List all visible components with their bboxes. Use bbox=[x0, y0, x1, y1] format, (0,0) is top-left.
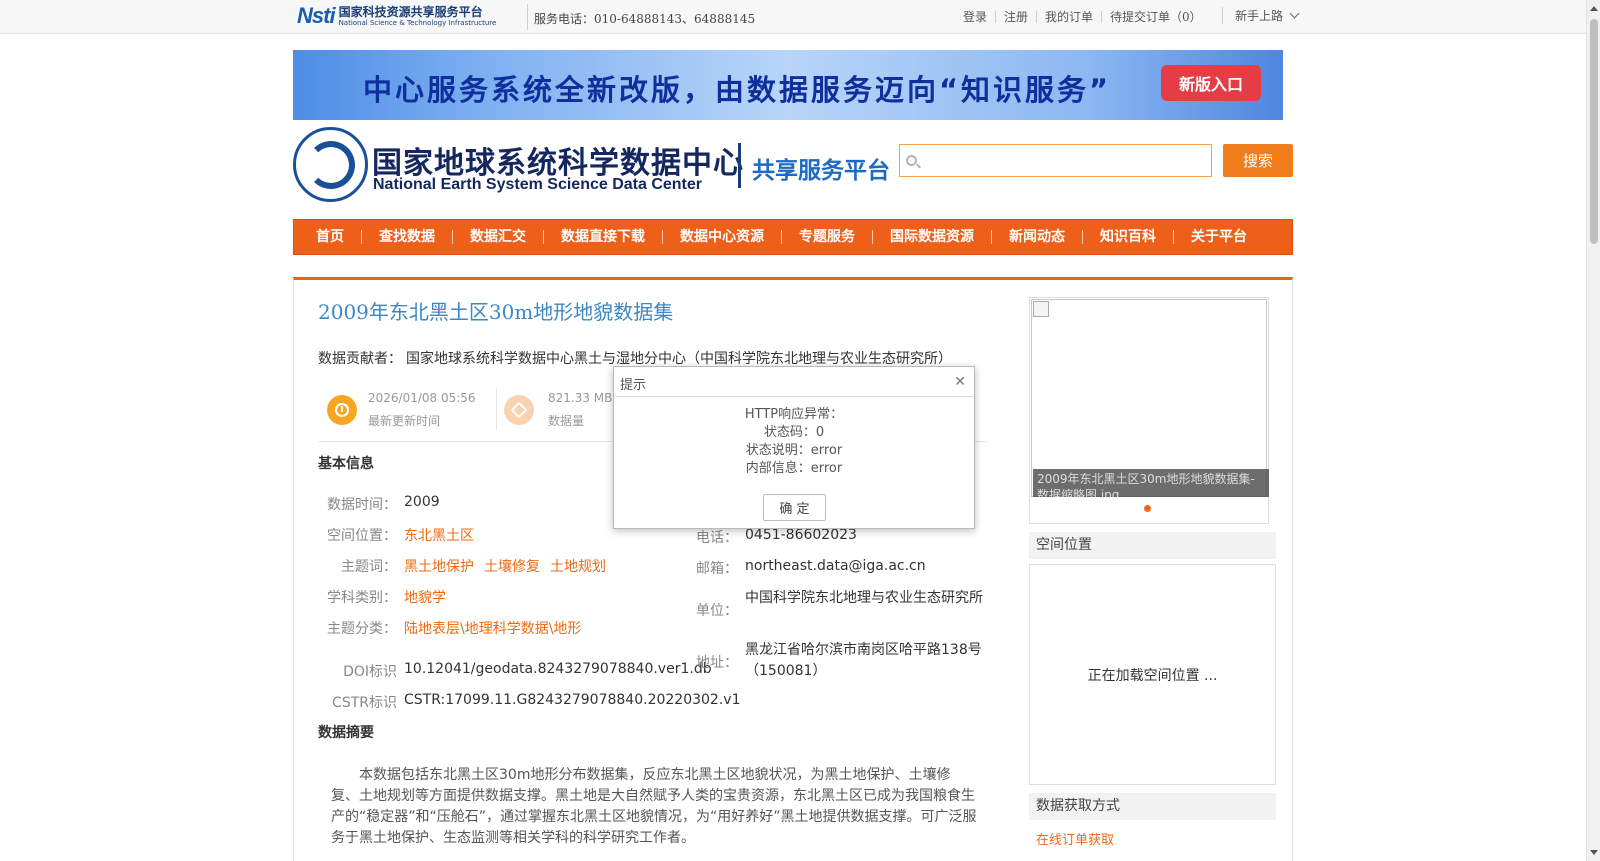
top-bar: Nsti 国家科技资源共享服务平台 National Science & Tec… bbox=[0, 0, 1586, 34]
platform-name: 共享服务平台 bbox=[752, 158, 890, 184]
keyword-link[interactable]: 土地规划 bbox=[550, 559, 606, 575]
data-center-name-en: National Earth System Science Data Cente… bbox=[373, 176, 703, 193]
thumbnail-carousel: 2009年东北黑土区30m地形地貌数据集-数据缩略图.jpg bbox=[1029, 297, 1269, 524]
dataset-title: 2009年东北黑土区30m地形地貌数据集 bbox=[318, 300, 674, 324]
contributor-value: 国家地球系统科学数据中心黑土与湿地分中心（中国科学院东北地理与农业生态研究所） bbox=[406, 351, 952, 367]
email-value: northeast.data@iga.ac.cn bbox=[745, 558, 926, 574]
basic-info-heading: 基本信息 bbox=[318, 456, 374, 472]
stat-divider bbox=[496, 388, 497, 430]
vertical-scrollbar[interactable] bbox=[1586, 0, 1600, 861]
chevron-down-icon bbox=[1289, 8, 1300, 19]
unit-value: 中国科学院东北地理与农业生态研究所 bbox=[745, 590, 983, 606]
divider bbox=[527, 4, 528, 30]
scroll-thumb[interactable] bbox=[1590, 19, 1598, 244]
doi-label: DOI标识 bbox=[343, 664, 397, 680]
register-link[interactable]: 注册 bbox=[996, 11, 1038, 23]
keyword-link[interactable]: 土壤修复 bbox=[484, 559, 540, 575]
online-order-link[interactable]: 在线订单获取 bbox=[1036, 829, 1114, 848]
nav-about[interactable]: 关于平台 bbox=[1174, 230, 1264, 244]
dialog-line: 内部信息：error bbox=[745, 461, 843, 476]
my-orders-link[interactable]: 我的订单 bbox=[1037, 11, 1103, 23]
announcement-banner[interactable]: 中心服务系统全新改版，由数据服务迈向“知识服务” 新版入口 bbox=[293, 50, 1283, 120]
error-dialog: 提示 ✕ HTTP响应异常： 状态码：0 状态说明：error 内部信息：err… bbox=[613, 366, 975, 529]
address-label: 地址： bbox=[696, 655, 738, 671]
keywords-label: 主题词： bbox=[341, 559, 397, 575]
dialog-header: 提示 ✕ bbox=[614, 367, 974, 397]
contributor-label: 数据贡献者： bbox=[318, 351, 402, 367]
main-nav: 首页 查找数据 数据汇交 数据直接下载 数据中心资源 专题服务 国际数据资源 新… bbox=[293, 219, 1293, 255]
thumbnail-image[interactable]: 2009年东北黑土区30m地形地貌数据集-数据缩略图.jpg bbox=[1031, 299, 1269, 497]
user-links: 登录 注册 我的订单 待提交订单（0） bbox=[963, 11, 1210, 23]
new-version-button[interactable]: 新版入口 bbox=[1161, 65, 1261, 101]
phone-value: 0451-86602023 bbox=[745, 527, 857, 543]
nav-direct-download[interactable]: 数据直接下载 bbox=[544, 230, 663, 244]
nav-intl-resources[interactable]: 国际数据资源 bbox=[873, 230, 992, 244]
keyword-link[interactable]: 黑土地保护 bbox=[404, 559, 474, 575]
category-link[interactable]: 陆地表层\地理科学数据\地形 bbox=[404, 618, 581, 638]
abstract-heading: 数据摘要 bbox=[318, 725, 374, 741]
ok-button[interactable]: 确 定 bbox=[763, 494, 826, 521]
search-input[interactable] bbox=[924, 145, 1209, 176]
close-icon[interactable]: ✕ bbox=[954, 374, 966, 390]
nav-news[interactable]: 新闻动态 bbox=[992, 230, 1083, 244]
dialog-title: 提示 bbox=[620, 378, 647, 393]
nsti-logo[interactable]: Nsti 国家科技资源共享服务平台 National Science & Tec… bbox=[297, 2, 496, 30]
nav-home[interactable]: 首页 bbox=[312, 230, 362, 244]
discipline-label: 学科类别： bbox=[327, 590, 397, 606]
unit-label: 单位： bbox=[696, 603, 738, 619]
data-size: 821.33 MB bbox=[548, 391, 613, 405]
nsti-logo-mark: Nsti bbox=[297, 3, 336, 28]
banner-text: 中心服务系统全新改版，由数据服务迈向“知识服务” bbox=[363, 73, 1112, 107]
update-time-label: 最新更新时间 bbox=[368, 414, 441, 428]
abstract-text: 本数据包括东北黑土区30m地形分布数据集，反应东北黑土区地貌状况，为黑土地保护、… bbox=[331, 767, 977, 846]
nav-topic-services[interactable]: 专题服务 bbox=[782, 230, 873, 244]
scroll-down-icon[interactable] bbox=[1590, 850, 1598, 855]
search-button[interactable]: 搜索 bbox=[1223, 144, 1293, 177]
data-time-value: 2009 bbox=[404, 494, 440, 510]
broken-image-icon bbox=[1033, 301, 1049, 317]
space-label: 空间位置： bbox=[327, 528, 397, 544]
clock-icon bbox=[327, 395, 357, 425]
cstr-value: CSTR:17099.11.G8243279078840.20220302.v1 bbox=[404, 692, 741, 708]
pending-orders-link[interactable]: 待提交订单（0） bbox=[1102, 11, 1210, 23]
email-label: 邮箱： bbox=[696, 561, 738, 577]
layers-icon bbox=[504, 395, 534, 425]
discipline-link[interactable]: 地貌学 bbox=[404, 587, 446, 607]
scroll-up-icon[interactable] bbox=[1590, 6, 1598, 11]
login-link[interactable]: 登录 bbox=[963, 11, 997, 23]
nav-knowledge[interactable]: 知识百科 bbox=[1083, 230, 1174, 244]
search-icon bbox=[906, 155, 917, 166]
service-phone: 服务电话：010-64888143、64888145 bbox=[534, 12, 756, 26]
dialog-line: 状态码：0 bbox=[763, 425, 825, 440]
dialog-line: 状态说明：error bbox=[745, 443, 843, 458]
nav-find-data[interactable]: 查找数据 bbox=[362, 230, 453, 244]
guide-dropdown[interactable]: 新手上路 bbox=[1222, 7, 1300, 24]
dialog-line: HTTP响应异常： bbox=[744, 407, 844, 422]
data-size-label: 数据量 bbox=[548, 414, 585, 428]
map-loading-text: 正在加载空间位置 ... bbox=[1087, 667, 1218, 684]
nsti-logo-cn: 国家科技资源共享服务平台 bbox=[338, 4, 483, 19]
keywords-list: 黑土地保护 土壤修复 土地规划 bbox=[404, 556, 616, 576]
nsti-logo-en: National Science & Technology Infrastruc… bbox=[338, 18, 497, 27]
access-heading: 数据获取方式 bbox=[1029, 793, 1276, 820]
nav-data-submission[interactable]: 数据汇交 bbox=[453, 230, 544, 244]
update-time: 2026/01/08 05:56 bbox=[368, 391, 476, 405]
nav-center-resources[interactable]: 数据中心资源 bbox=[663, 230, 782, 244]
dialog-body: HTTP响应异常： 状态码：0 状态说明：error 内部信息：error bbox=[614, 406, 974, 478]
space-heading: 空间位置 bbox=[1029, 532, 1276, 559]
data-center-emblem-icon[interactable] bbox=[293, 127, 368, 202]
phone-label: 电话： bbox=[696, 530, 738, 546]
space-value-link[interactable]: 东北黑土区 bbox=[404, 525, 474, 545]
cstr-label: CSTR标识 bbox=[332, 695, 397, 711]
search-box bbox=[899, 144, 1212, 177]
carousel-dot[interactable] bbox=[1144, 505, 1151, 512]
address-value: 黑龙江省哈尔滨市南岗区哈平路138号（150081） bbox=[745, 642, 982, 679]
map-container[interactable]: 正在加载空间位置 ... bbox=[1029, 564, 1276, 785]
data-time-label: 数据时间： bbox=[327, 497, 397, 513]
logo-divider bbox=[738, 143, 741, 188]
guide-label: 新手上路 bbox=[1235, 9, 1284, 23]
category-label: 主题分类： bbox=[327, 621, 397, 637]
thumbnail-caption: 2009年东北黑土区30m地形地貌数据集-数据缩略图.jpg bbox=[1033, 469, 1269, 497]
